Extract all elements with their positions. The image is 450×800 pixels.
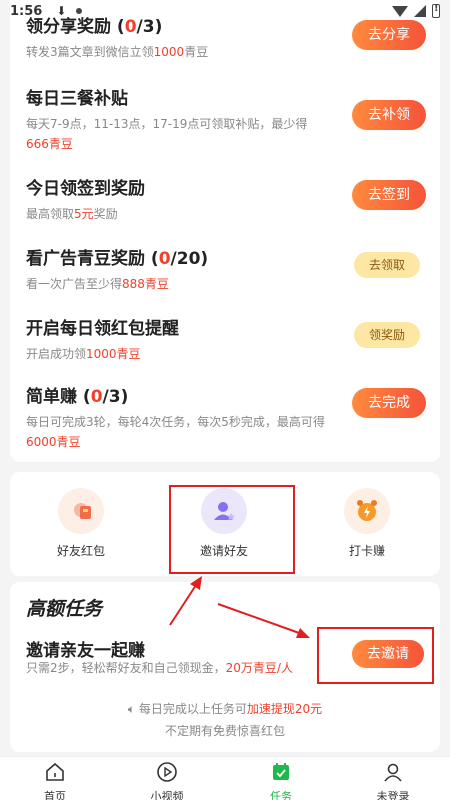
task-title: 开启每日领红包提醒 [26, 319, 179, 339]
notification-dot-icon [76, 8, 83, 14]
task-desc: 每日可完成3轮，每轮4次任务，每次5秒完成，最高可得6000青豆 [26, 415, 325, 449]
claim-reminder-reward-button[interactable]: 领奖励 [354, 322, 420, 348]
tab-profile[interactable]: 未登录 [348, 761, 438, 800]
status-time: 1:56 [10, 3, 43, 19]
task-title: 看广告青豆奖励 (0/20) [26, 249, 209, 269]
task-desc: 开启成功领1000青豆 [26, 347, 141, 361]
daily-tasks-card: 领分享奖励 (0/3) 转发3篇文章到微信立领1000青豆 去分享 每日三餐补贴… [10, 0, 440, 462]
task-desc: 看一次广告至少得888青豆 [26, 277, 169, 291]
checkin-button[interactable]: 去签到 [352, 180, 426, 210]
friend-red-packet-action[interactable]: 好友红包 [31, 488, 131, 559]
tab-label: 未登录 [376, 790, 410, 800]
status-bar: 1:56 ⬇ [0, 0, 450, 22]
signal-icon [414, 5, 426, 17]
withdraw-tip: 🔈︎ 每日完成以上任务可加速提现20元 [127, 702, 323, 716]
tab-home[interactable]: 首页 [10, 761, 100, 800]
task-meal-subsidy: 每日三餐补贴 每天7-9点，11-13点，17-19点可领取补贴，最少得666青… [10, 84, 440, 156]
speaker-icon: 🔈︎ [127, 702, 139, 716]
alarm-clock-icon [344, 488, 390, 534]
invite-task-desc: 只需2步，轻松帮好友和自己领现金，20万青豆/人 [26, 661, 293, 675]
tab-tasks[interactable]: 任务 [236, 761, 326, 800]
task-desc: 转发3篇文章到微信立领1000青豆 [26, 45, 209, 59]
task-calendar-icon [273, 763, 289, 780]
section-title: 高额任务 [26, 598, 103, 620]
clock-in-earn-action[interactable]: 打卡赚 [317, 488, 417, 559]
tab-label: 任务 [270, 790, 292, 800]
battery-icon [432, 3, 440, 18]
red-packet-icon [58, 488, 104, 534]
task-desc: 最高领取5元奖励 [26, 207, 118, 221]
annotation-box-invite-friends [169, 485, 295, 574]
tab-label: 首页 [44, 790, 66, 800]
task-checkin: 今日领签到奖励 最高领取5元奖励 去签到 [10, 174, 440, 246]
download-icon: ⬇ [56, 4, 67, 18]
task-title: 今日领签到奖励 [26, 179, 145, 199]
task-desc: 每天7-9点，11-13点，17-19点可领取补贴，最少得666青豆 [26, 117, 308, 151]
annotation-box-invite-button [317, 627, 434, 684]
task-watch-ads: 看广告青豆奖励 (0/20) 看一次广告至少得888青豆 去领取 [10, 244, 440, 316]
surprise-tip: 不定期有免费惊喜红包 [164, 724, 285, 738]
user-icon [384, 763, 402, 782]
bottom-tab-bar: 首页 小视频 任务 未登录 [0, 756, 450, 800]
task-title: 简单赚 (0/3) [26, 387, 129, 407]
home-icon [46, 762, 64, 781]
task-reminder: 开启每日领红包提醒 开启成功领1000青豆 领奖励 [10, 314, 440, 386]
annotation-arrow-right-icon [217, 603, 310, 638]
task-title: 每日三餐补贴 [26, 89, 128, 109]
annotation-arrow-up-icon [169, 576, 202, 626]
action-label: 打卡赚 [348, 544, 385, 558]
wifi-icon [392, 5, 408, 17]
claim-ad-reward-button[interactable]: 去领取 [354, 252, 420, 278]
action-label: 好友红包 [56, 544, 105, 558]
task-simple-earn: 简单赚 (0/3) 每日可完成3轮，每轮4次任务，每次5秒完成，最高可得6000… [10, 382, 440, 454]
tab-short-video[interactable]: 小视频 [122, 761, 212, 800]
task-share: 领分享奖励 (0/3) 转发3篇文章到微信立领1000青豆 去分享 [10, 12, 440, 84]
share-button[interactable]: 去分享 [352, 20, 426, 50]
complete-button[interactable]: 去完成 [352, 388, 426, 418]
claim-subsidy-button[interactable]: 去补领 [352, 100, 426, 130]
play-icon [157, 762, 177, 782]
tab-label: 小视频 [150, 790, 184, 800]
